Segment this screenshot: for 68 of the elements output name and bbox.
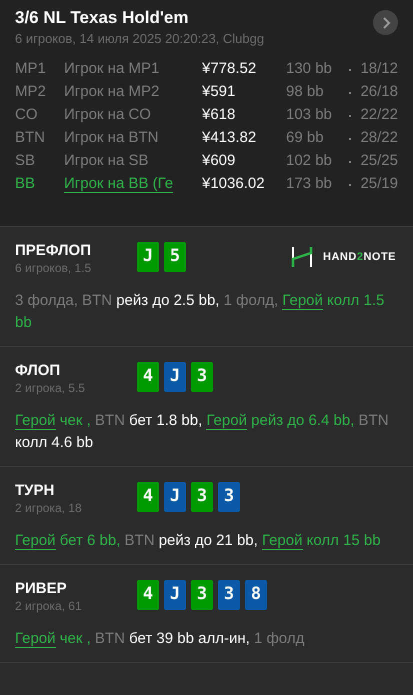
logo-text: HAND2NOTE [323, 250, 396, 265]
next-button[interactable] [373, 10, 398, 35]
hand-title: 3/6 NL Texas Hold'em [15, 7, 190, 29]
player-stats: 22/22 [360, 105, 398, 126]
stack-amount: ¥778.52 [202, 59, 258, 80]
player-name: Игрок на MP1 [64, 60, 160, 78]
player-name: Игрок на CO [64, 106, 151, 124]
stack-bb: 98 bb [286, 82, 325, 102]
street-subtitle: 6 игроков, 1.5 [15, 261, 92, 276]
position-label: SB [15, 151, 36, 172]
street-title: ПРЕФЛОП [15, 241, 92, 261]
playing-card: 3 [218, 580, 240, 610]
playing-card: 8 [245, 580, 267, 610]
position-label: MP1 [15, 59, 47, 80]
playing-card: 5 [164, 242, 186, 272]
playing-card: 3 [218, 482, 240, 512]
player-name: Игрок на BTN [64, 129, 158, 146]
stack-bb: 69 bb [286, 128, 325, 148]
playing-card: 4 [137, 362, 159, 392]
player-stats: 25/25 [360, 151, 398, 172]
player-name: Игрок на MP2 [64, 83, 160, 100]
hand-subtitle: 6 игроков, 14 июля 2025 20:20:23, Clubgg [15, 30, 264, 48]
stack-amount: ¥591 [202, 82, 236, 102]
playing-card: 3 [191, 362, 213, 392]
action-text: Герой бет 6 bb, BTN рейз до 21 bb, Герой колл 15 bb [15, 531, 382, 552]
position-label: CO [15, 105, 38, 126]
hero-link[interactable]: Герой [206, 412, 247, 430]
playing-card: J [164, 482, 186, 512]
player-name[interactable]: Игрок на BB (Ге [64, 175, 174, 194]
street-subtitle: 2 игрока, 61 [15, 599, 83, 614]
stack-bb: 173 bb [286, 174, 333, 194]
stack-amount: ¥609 [202, 151, 236, 172]
street-title: ФЛОП [15, 361, 62, 381]
hero-link[interactable]: Герой [262, 532, 302, 550]
position-label: BTN [15, 128, 46, 148]
position-label: BB [15, 174, 36, 194]
player-stats: 25/19 [360, 174, 398, 194]
playing-card: 3 [191, 580, 213, 610]
street-subtitle: 2 игрока, 18 [15, 501, 83, 516]
action-text: Герой чек , BTN бет 39 bb алл-ин, 1 фолд [15, 629, 306, 650]
chevron-right-icon [380, 16, 390, 28]
playing-card: J [137, 242, 159, 272]
player-stats: 28/22 [360, 128, 398, 148]
player-name: Игрок на SB [64, 152, 148, 170]
stack-amount: ¥1036.02 [202, 174, 266, 194]
stack-bb: 130 bb [286, 59, 333, 80]
playing-card: J [164, 362, 186, 392]
playing-card: 4 [137, 482, 159, 512]
hero-link[interactable]: Герой [15, 532, 56, 550]
logo-icon [291, 246, 314, 268]
stack-bb: 102 bb [286, 151, 333, 172]
playing-card: 4 [137, 580, 159, 610]
action-text: 3 фолда, BTN рейз до 2.5 bb, 1 фолд, Герой колл 1.5 bb [15, 291, 386, 333]
street-title: ТУРН [15, 481, 56, 501]
hero-link[interactable]: Герой [15, 412, 56, 430]
playing-card: 3 [191, 482, 213, 512]
street-subtitle: 2 игрока, 5.5 [15, 381, 86, 396]
hero-link[interactable]: Герой [282, 292, 323, 310]
stack-amount: ¥618 [202, 105, 236, 126]
stack-bb: 103 bb [286, 105, 333, 126]
stack-amount: ¥413.82 [202, 128, 258, 148]
street-title: РИВЕР [15, 579, 68, 599]
action-text: Герой чек , BTN бет 1.8 bb, Герой рейз до 6.4 bb, BTN колл 4.6 bb [15, 411, 390, 453]
player-stats: 26/18 [360, 82, 398, 102]
position-label: MP2 [15, 82, 47, 102]
hero-link[interactable]: Герой [15, 630, 56, 648]
playing-card: J [164, 580, 186, 610]
player-stats: 18/12 [360, 59, 398, 80]
